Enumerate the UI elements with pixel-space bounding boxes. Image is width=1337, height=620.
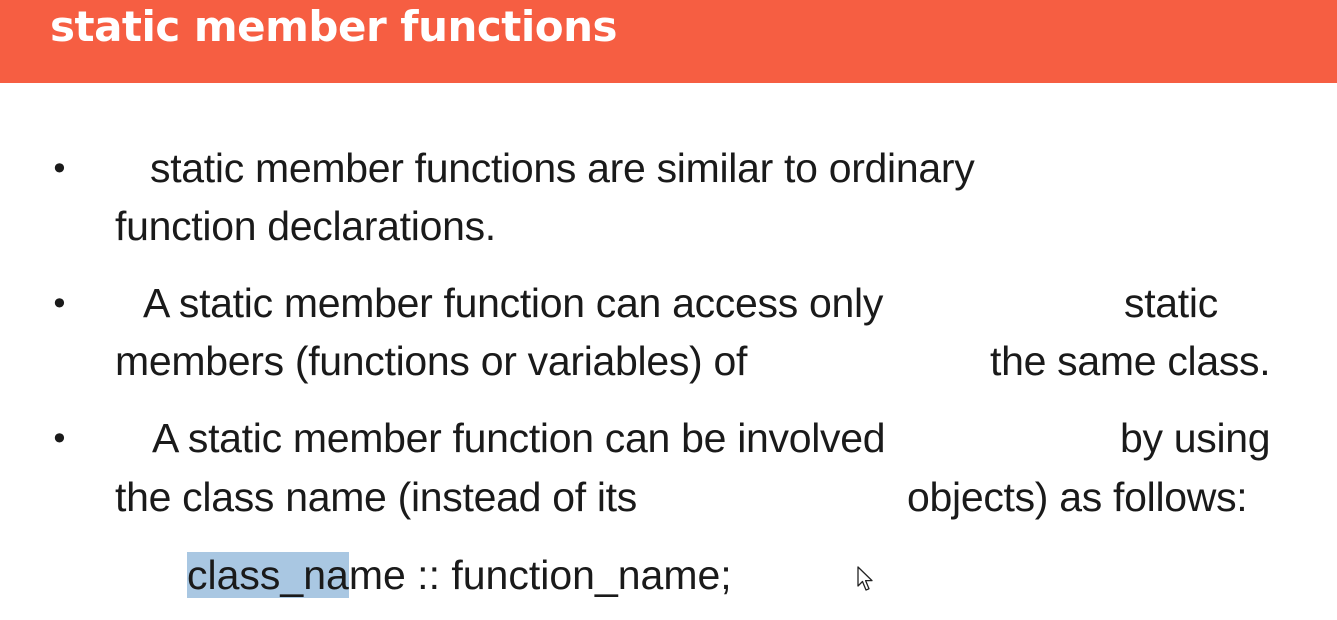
bullet-3-line-2a: the class name (instead of its xyxy=(115,474,637,520)
bullet-3-line-1b: by using xyxy=(1120,415,1271,461)
code-example[interactable]: class_name :: function_name; xyxy=(187,552,732,599)
bullet-3-line-2b: objects) as follows: xyxy=(907,474,1248,520)
bullet-3-line-1a: A static member function can be involved xyxy=(152,415,886,461)
selected-text[interactable]: class_na xyxy=(187,552,349,598)
bullet-2-line-2a: members (functions or variables) of xyxy=(115,338,748,384)
bullet-2-line-1a: A static member function can access only xyxy=(143,280,884,326)
bullet-1-line-1: static member functions are similar to o… xyxy=(150,145,975,191)
bullet-2-line-1b: static xyxy=(1124,280,1218,326)
bullet-marker-2: • xyxy=(50,285,69,323)
bullet-marker-1: • xyxy=(50,150,69,188)
bullet-1-line-2: function declarations. xyxy=(115,203,496,249)
slide-title: static member functions xyxy=(50,2,618,51)
bullet-2-line-2b: the same class. xyxy=(990,338,1271,384)
mouse-pointer-icon xyxy=(857,566,873,591)
bullet-marker-3: • xyxy=(50,420,69,458)
presentation-slide: static member functions • static member … xyxy=(0,0,1337,620)
code-rest: me :: function_name; xyxy=(348,552,732,598)
title-bar: static member functions xyxy=(0,0,1337,83)
